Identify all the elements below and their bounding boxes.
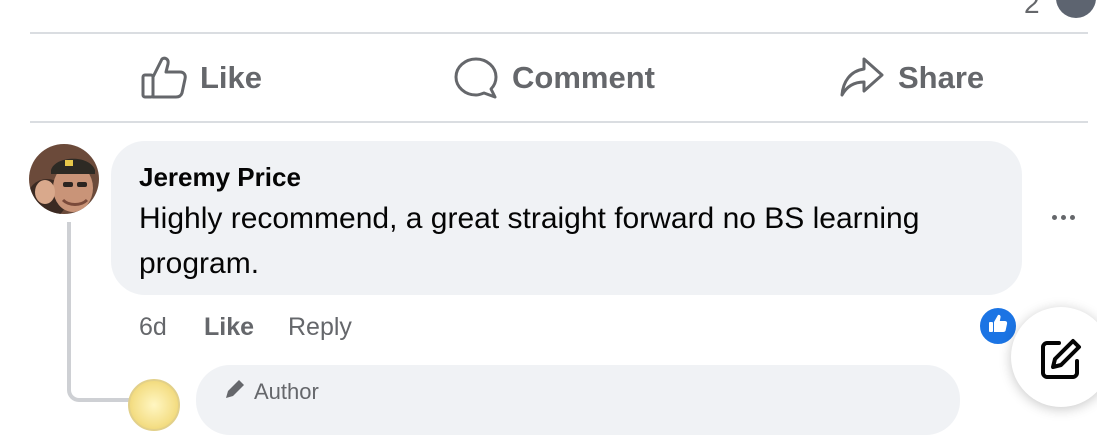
more-options-button[interactable] [1046,200,1080,234]
dot-icon [1069,214,1075,220]
like-icon [987,313,1009,340]
comment-label: Comment [512,60,655,95]
author-badge: Author [222,378,319,406]
comment-text: Highly recommend, a great straight forwa… [139,202,920,280]
reaction-count[interactable]: 2 [1024,0,1040,20]
author-badge-label: Author [254,379,319,404]
reply-avatar[interactable] [128,379,180,431]
compose-button[interactable] [1011,307,1097,407]
dot-icon [1060,214,1066,220]
share-button[interactable]: Share [838,52,984,104]
dot-icon [1051,214,1057,220]
comment-like-link[interactable]: Like [204,312,254,342]
comment-bubble: Jeremy Price Highly recommend, a great s… [111,141,1022,295]
share-arrow-icon [838,55,886,101]
like-button[interactable]: Like [140,52,262,104]
reaction-badge[interactable] [978,306,1018,346]
pencil-icon [222,378,248,406]
thumbs-up-icon [140,55,188,101]
divider [30,121,1088,123]
comment-author[interactable]: Jeremy Price [139,161,996,193]
comment-timestamp[interactable]: 6d [139,312,167,342]
like-label: Like [200,60,263,95]
comment-reply-link[interactable]: Reply [288,312,352,342]
avatar[interactable] [29,144,99,214]
speech-bubble-icon [452,55,500,101]
comment-button[interactable]: Comment [452,52,655,104]
divider [30,32,1088,34]
reaction-avatar[interactable] [1056,0,1096,18]
share-label: Share [898,60,985,95]
